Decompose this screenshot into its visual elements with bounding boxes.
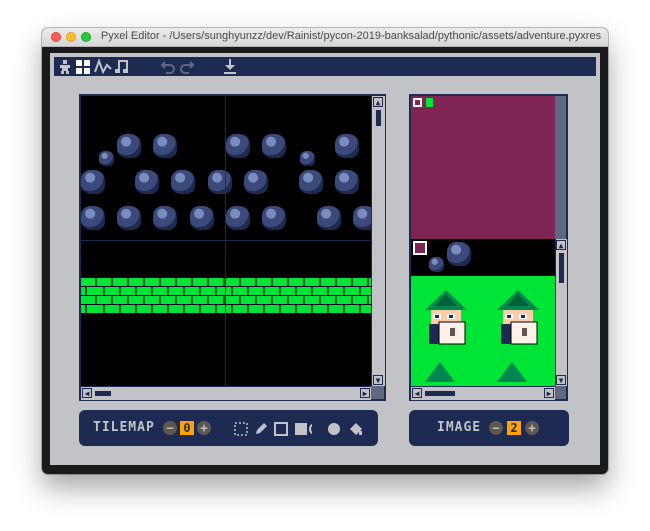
tilemap-number: 0 <box>180 421 194 435</box>
app-window: Pyxel Editor - /Users/sunghyunzz/dev/Rai… <box>42 28 608 474</box>
tilemap-increment-button[interactable]: + <box>197 421 211 435</box>
rock-tile <box>153 134 177 158</box>
image-rock-strip <box>411 239 555 276</box>
rock-tile <box>226 206 250 230</box>
elf-hat-partial <box>425 362 455 382</box>
rock-tile <box>81 206 105 230</box>
image-increment-button[interactable]: + <box>525 421 539 435</box>
tile-preview-marker <box>426 98 433 107</box>
rock-tile <box>262 206 286 230</box>
rock-tile <box>335 134 359 158</box>
image-panel: ▲ ▼ ◀ ▶ <box>409 94 568 401</box>
rock-tile <box>299 170 323 194</box>
rock-tile <box>335 170 359 194</box>
rock-tile <box>99 151 114 166</box>
image-number: 2 <box>507 421 521 435</box>
tilemap-canvas[interactable] <box>81 96 371 386</box>
tilemap-label: TILEMAP <box>93 420 155 435</box>
brick-tile-row <box>81 296 371 304</box>
close-window-button[interactable] <box>51 32 61 42</box>
download-icon[interactable] <box>222 57 238 76</box>
tilemap-horizontal-scrollbar[interactable]: ◀ ▶ <box>81 386 371 400</box>
rock-tile <box>300 151 315 166</box>
rect-fill-icon[interactable] <box>293 421 309 437</box>
select-icon[interactable] <box>233 421 249 437</box>
elf-sprite <box>425 290 467 345</box>
tilemap-vertical-scrollbar[interactable]: ▲ ▼ <box>371 96 385 386</box>
grid-icon[interactable] <box>75 57 91 76</box>
window-title: Pyxel Editor - /Users/sunghyunzz/dev/Rai… <box>100 30 602 42</box>
rock-tile <box>429 257 444 272</box>
rock-tile <box>244 170 268 194</box>
scroll-thumb[interactable] <box>95 391 111 396</box>
grid-line <box>81 240 371 241</box>
rock-tile <box>81 170 105 194</box>
image-canvas[interactable] <box>411 239 555 386</box>
image-vertical-scrollbar[interactable]: ▲ ▼ <box>555 239 567 386</box>
scroll-left-icon[interactable]: ◀ <box>412 388 422 398</box>
image-label: IMAGE <box>437 420 482 435</box>
rock-tile <box>117 134 141 158</box>
rock-tile <box>353 206 371 230</box>
circle-fill-icon[interactable] <box>326 421 342 437</box>
scroll-thumb[interactable] <box>559 253 564 283</box>
editor-content: ▲ ▼ ◀ ▶ ▲ ▼ ◀ ▶ TILEMAP − 0 + IMAGE − 2 … <box>50 53 600 465</box>
elf-sprite <box>497 290 539 345</box>
rect-outline-icon[interactable] <box>273 421 289 437</box>
editor-toolbar <box>54 57 596 76</box>
scroll-thumb[interactable] <box>425 391 455 396</box>
brick-tile-row <box>81 305 371 313</box>
redo-icon[interactable] <box>179 57 195 76</box>
scroll-thumb[interactable] <box>376 110 381 126</box>
rock-tile <box>135 170 159 194</box>
brick-tile-row <box>81 278 371 286</box>
tile-cursor <box>413 241 427 255</box>
rock-tile <box>171 170 195 194</box>
rock-tile <box>190 206 214 230</box>
rock-tile <box>317 206 341 230</box>
scroll-down-icon[interactable]: ▼ <box>373 375 383 385</box>
scroll-up-icon[interactable]: ▲ <box>556 240 566 250</box>
tilemap-control-bar: TILEMAP − 0 + <box>79 410 326 446</box>
elf-hat-partial <box>497 362 527 382</box>
undo-icon[interactable] <box>160 57 176 76</box>
image-control-bar: IMAGE − 2 + <box>409 410 569 446</box>
rock-tile <box>226 134 250 158</box>
scroll-right-icon[interactable]: ▶ <box>544 388 554 398</box>
brick-tile-row <box>81 287 371 295</box>
bucket-icon[interactable] <box>348 421 364 437</box>
image-horizontal-scrollbar[interactable]: ◀ ▶ <box>411 386 555 400</box>
rock-tile <box>447 242 471 266</box>
image-decrement-button[interactable]: − <box>489 421 503 435</box>
tilemap-decrement-button[interactable]: − <box>163 421 177 435</box>
rock-tile <box>262 134 286 158</box>
tilemap-control-bar-extension <box>312 410 378 446</box>
scroll-down-icon[interactable]: ▼ <box>556 375 566 385</box>
zoom-window-button[interactable] <box>81 32 91 42</box>
wave-icon[interactable] <box>94 57 112 76</box>
rock-tile <box>153 206 177 230</box>
scroll-right-icon[interactable]: ▶ <box>360 388 370 398</box>
selection-marker <box>413 98 422 107</box>
scroll-up-icon[interactable]: ▲ <box>373 97 383 107</box>
rock-tile <box>208 170 232 194</box>
figure-icon[interactable] <box>58 57 72 76</box>
sprite-area <box>411 276 555 386</box>
scroll-left-icon[interactable]: ◀ <box>82 388 92 398</box>
rock-tile <box>117 206 141 230</box>
pencil-icon[interactable] <box>253 421 269 437</box>
music-note-icon[interactable] <box>114 57 130 76</box>
image-overview[interactable] <box>411 96 555 239</box>
tilemap-panel: ▲ ▼ ◀ ▶ <box>79 94 386 401</box>
minimize-window-button[interactable] <box>66 32 76 42</box>
grid-line <box>225 96 226 386</box>
title-bar: Pyxel Editor - /Users/sunghyunzz/dev/Rai… <box>42 28 608 47</box>
